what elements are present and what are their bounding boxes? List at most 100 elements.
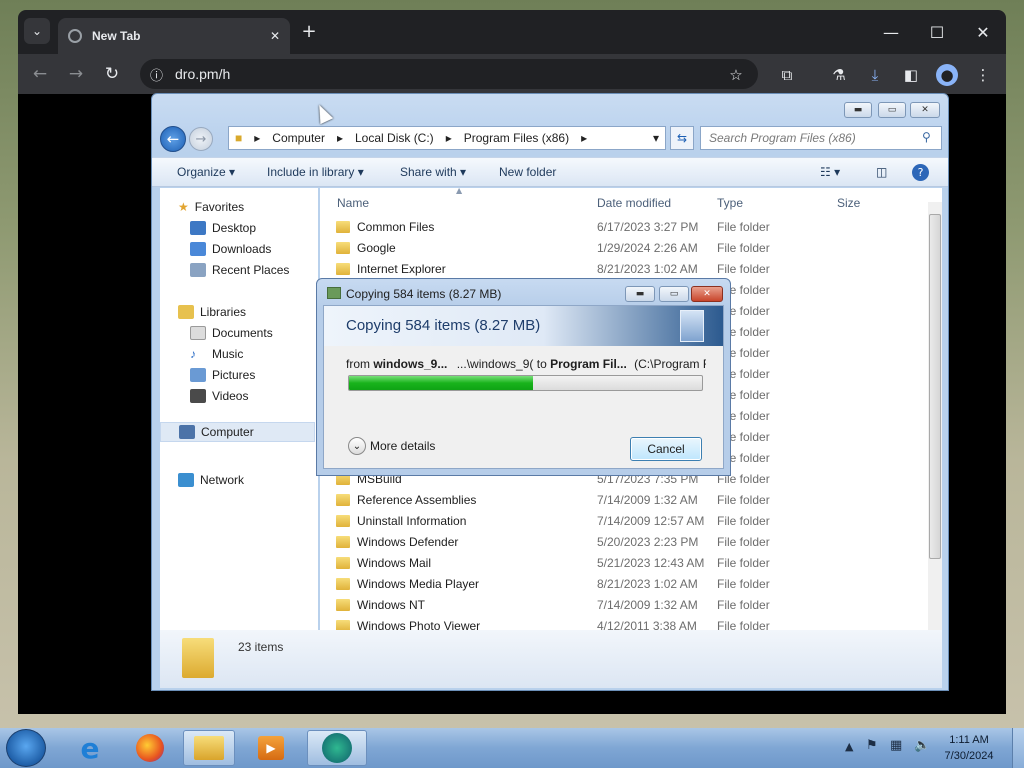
more-details-label[interactable]: More details (370, 439, 435, 453)
nav-desktop[interactable]: Desktop (190, 221, 256, 235)
new-tab-icon[interactable]: + (296, 18, 322, 44)
file-row[interactable]: Windows Media Player 8/21/2023 1:02 AM Fil… (336, 575, 786, 596)
reload-icon[interactable]: ↻ (98, 60, 126, 88)
column-name[interactable]: Name (337, 196, 369, 210)
search-input[interactable]: Search Program Files (x86) (700, 126, 942, 150)
address-breadcrumb[interactable]: ■ ▸ Computer ▸ Local Disk (C:) ▸ Program… (228, 126, 666, 150)
music-icon: ♪ (190, 347, 196, 361)
close-icon[interactable]: ✕ (691, 286, 723, 302)
clock[interactable]: 1:11 AM 7/30/2024 (938, 732, 1000, 764)
file-date: 8/21/2023 1:02 AM (597, 262, 698, 276)
folder-icon (336, 242, 350, 254)
file-date: 7/14/2009 1:32 AM (597, 493, 698, 507)
site-info-icon[interactable]: ⓘ (150, 65, 163, 84)
preview-pane-icon[interactable]: ◫ (876, 165, 887, 179)
network-status-icon[interactable]: ▦ (890, 738, 902, 753)
download-icon[interactable]: ⤓ (864, 64, 886, 86)
folder-icon (336, 536, 350, 548)
history-dropdown-icon[interactable]: ▾ (647, 131, 665, 145)
breadcrumb-local-disk[interactable]: Local Disk (C:) (349, 131, 440, 145)
flag-icon[interactable]: ⚑ (866, 738, 878, 753)
close-window-icon[interactable]: ✕ (960, 18, 1006, 46)
nav-libraries[interactable]: Libraries (178, 305, 246, 319)
search-icon[interactable]: ⚲ (922, 130, 931, 144)
nav-favorites[interactable]: ★ Favorites (178, 200, 244, 214)
labs-icon[interactable]: ⚗ (828, 64, 850, 86)
volume-muted-icon[interactable]: 🔈 (914, 738, 930, 753)
nav-videos[interactable]: Videos (190, 389, 248, 403)
back-icon[interactable]: ← (26, 60, 54, 88)
minimize-icon[interactable]: ▬ (844, 102, 872, 118)
file-row[interactable]: Common Files 6/17/2023 3:27 PM File folder (336, 218, 786, 239)
file-name: Uninstall Information (357, 514, 467, 528)
new-folder-button[interactable]: New folder (499, 165, 556, 179)
chevron-down-icon[interactable]: ⌄ (348, 437, 366, 455)
internet-explorer-icon[interactable]: e (64, 730, 116, 766)
forward-button[interactable]: → (189, 127, 213, 151)
close-icon[interactable]: ✕ (910, 102, 940, 118)
file-row[interactable]: Windows Photo Viewer 4/12/2011 3:38 AM Fil… (336, 617, 786, 630)
maximize-icon[interactable]: ▭ (878, 102, 906, 118)
share-with-button[interactable]: Share with ▾ (400, 165, 466, 179)
chevron-right-icon[interactable]: ▸ (575, 131, 593, 145)
address-bar[interactable]: ⓘ dro.pm/h (140, 59, 758, 89)
start-button[interactable] (6, 729, 46, 767)
nav-network[interactable]: Network (178, 473, 244, 487)
file-type: File folder (717, 514, 770, 528)
nav-documents[interactable]: Documents (190, 326, 273, 340)
back-button[interactable]: ← (160, 126, 186, 152)
view-options-icon[interactable]: ☷ ▾ (820, 165, 840, 179)
vertical-scrollbar[interactable] (928, 202, 942, 630)
show-hidden-icons[interactable]: ▲ (845, 740, 853, 753)
nav-recent-places[interactable]: Recent Places (190, 263, 289, 277)
file-row[interactable]: Windows Defender 5/20/2023 2:23 PM File fo… (336, 533, 786, 554)
side-panel-icon[interactable]: ◧ (900, 64, 922, 86)
profile-icon[interactable]: ● (936, 64, 958, 86)
forward-icon[interactable]: → (62, 60, 90, 88)
column-date-modified[interactable]: Date modified (597, 196, 671, 210)
breadcrumb-program-files[interactable]: Program Files (x86) (458, 131, 575, 145)
scrollbar-thumb[interactable] (929, 214, 941, 559)
extensions-icon[interactable]: ⧉ (776, 64, 798, 86)
more-details-toggle[interactable]: ⌄ More details (348, 437, 435, 455)
tab-new-tab[interactable]: New Tab ✕ (58, 18, 290, 54)
include-library-button[interactable]: Include in library ▾ (267, 165, 364, 179)
nav-computer[interactable]: Computer (160, 422, 315, 442)
file-row[interactable]: Google 1/29/2024 2:26 AM File folder (336, 239, 786, 260)
remote-app-icon[interactable] (307, 730, 367, 766)
maximize-icon[interactable]: ☐ (914, 18, 960, 46)
bookmark-star-icon[interactable]: ☆ (725, 64, 747, 86)
clock-time: 1:11 AM (949, 734, 989, 746)
explorer-icon[interactable] (183, 730, 235, 766)
file-row[interactable]: Windows Mail 5/21/2023 12:43 AM File folde… (336, 554, 786, 575)
column-size[interactable]: Size (837, 196, 860, 210)
maximize-icon[interactable]: ▭ (659, 286, 689, 302)
chevron-right-icon[interactable]: ▸ (440, 131, 458, 145)
media-icon[interactable]: ▶ (245, 730, 297, 766)
nav-pictures[interactable]: Pictures (190, 368, 255, 382)
minimize-icon[interactable]: — (868, 18, 914, 46)
organize-button[interactable]: Organize ▾ (177, 165, 235, 179)
column-type[interactable]: Type (717, 196, 743, 210)
file-row[interactable]: Uninstall Information 7/14/2009 12:57 AM F… (336, 512, 786, 533)
browser-toolbar: ← → ↻ ⓘ dro.pm/h ☆ ⧉ ⚗ ⤓ ◧ ● ⋮ (18, 54, 1006, 94)
refresh-icon[interactable]: ⇆ (670, 126, 694, 150)
firefox-icon[interactable] (124, 730, 176, 766)
chevron-right-icon[interactable]: ▸ (331, 131, 349, 145)
tab-search-icon[interactable]: ⌄ (24, 18, 50, 44)
file-row[interactable]: Reference Assemblies 7/14/2009 1:32 AM Fil… (336, 491, 786, 512)
help-icon[interactable]: ? (912, 164, 929, 181)
file-row[interactable]: Windows NT 7/14/2009 1:32 AM File folder (336, 596, 786, 617)
breadcrumb-computer[interactable]: Computer (266, 131, 331, 145)
menu-icon[interactable]: ⋮ (972, 64, 994, 86)
minimize-icon[interactable]: ▬ (625, 286, 655, 302)
nav-downloads[interactable]: Downloads (190, 242, 271, 256)
item-count: 23 items (238, 640, 284, 654)
dialog-body: Copying 584 items (8.27 MB) from windows… (323, 305, 724, 469)
chevron-right-icon[interactable]: ▸ (248, 131, 266, 145)
close-icon[interactable]: ✕ (270, 29, 280, 43)
cancel-button[interactable]: Cancel (630, 437, 702, 461)
file-type: File folder (717, 262, 770, 276)
show-desktop-button[interactable] (1012, 728, 1024, 768)
nav-music[interactable]: ♪ Music (190, 347, 243, 361)
